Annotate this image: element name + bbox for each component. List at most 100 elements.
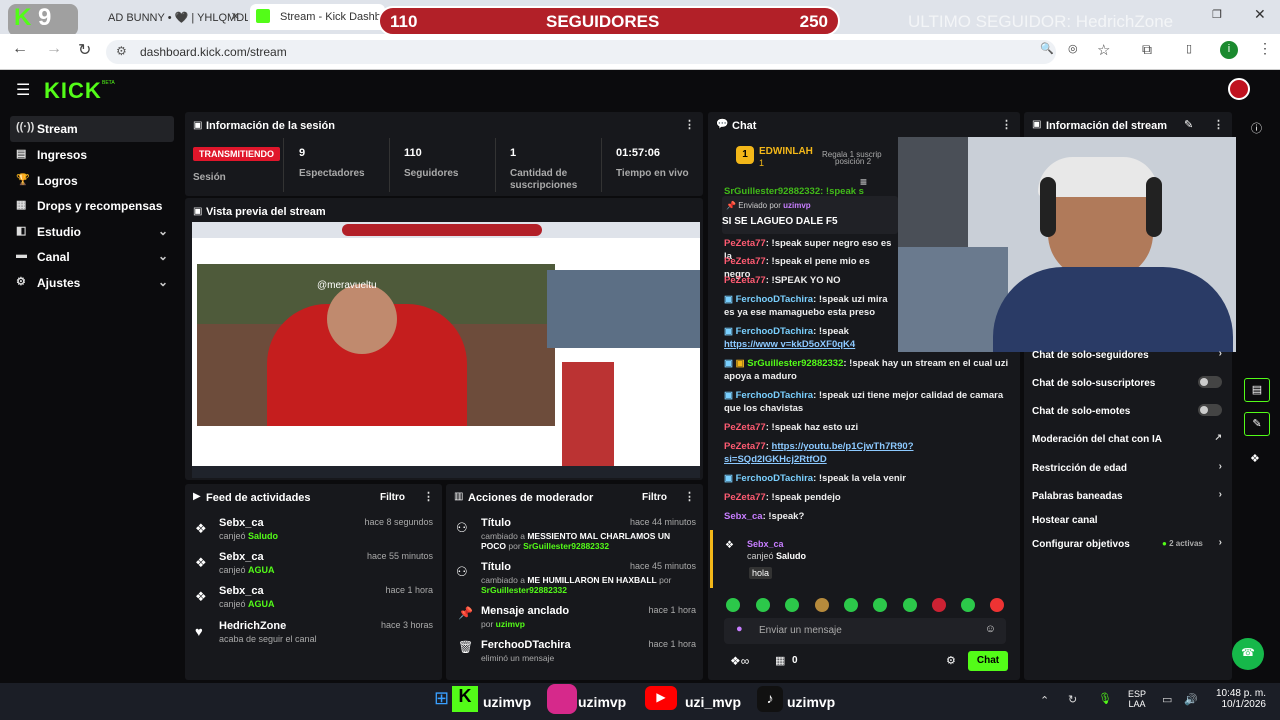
site-info-icon[interactable]: ⚙ [116,44,127,58]
sidepanel-icon[interactable]: ▯ [1186,42,1192,55]
hamburger-menu-icon[interactable]: ☰ [16,80,30,100]
mod-row: ⚇ Título hace 45 minutos cambiado a ME H… [456,561,696,603]
back-icon[interactable]: ← [12,40,28,58]
browser-menu-icon[interactable]: ⋮ [1258,40,1272,57]
info-icon: ▣ [1032,119,1042,130]
emote-icon[interactable] [903,598,917,612]
emoji-icon[interactable]: ☺ [985,623,996,635]
restore-window-icon[interactable]: ❐ [1212,8,1222,21]
clock[interactable]: 10:48 p. m. 10/1/2026 [1210,688,1266,710]
points-icon[interactable]: ❖ [1250,452,1260,465]
chevron-right-icon: › [1218,461,1222,472]
chevron-right-icon: › [1218,348,1222,359]
activity-user: Sebx_ca [219,551,264,563]
sync-icon[interactable]: ↻ [1068,693,1077,706]
chevron-right-icon: › [1218,537,1222,548]
zoom-icon[interactable]: 🔍 [1040,42,1054,55]
close-icon[interactable]: ✕ [231,10,240,23]
setting-age-restriction[interactable]: Restricción de edad › [1032,461,1222,474]
rail-button-icon[interactable]: ✎ [1244,412,1270,436]
eye-off-icon[interactable]: ◎ [1068,42,1078,55]
subs-value: 1 [510,147,517,159]
chevron-up-icon[interactable]: ⌃ [1040,694,1049,707]
more-menu-icon[interactable]: ⋮ [1213,118,1224,131]
panel-title: Información del stream [1046,120,1168,132]
more-menu-icon[interactable]: ⋮ [684,118,695,131]
stream-preview-video[interactable]: @meravueltu [192,222,700,478]
setting-host-channel[interactable]: Hostear canal [1032,515,1222,526]
pinned-text: SI SE LAGUEO DALE F5 [722,216,838,227]
windows-start-icon[interactable]: ⊞ [434,688,449,709]
sidebar-item-stream[interactable]: ((·)) Stream [10,116,174,142]
gift-icon[interactable]: ▦ [775,654,785,667]
pinned-message[interactable]: 📌 Enviado por uzimvp SI SE LAGUEO DALE F… [722,196,898,234]
edit-icon[interactable]: ✎ [1184,118,1193,131]
filter-button[interactable]: Filtro [642,492,667,503]
browser-tab[interactable]: AD BUNNY • 🖤 | YHLQMDLG ✕ [78,4,248,30]
activity-detail: acaba de seguir el canal [219,634,317,644]
extensions-icon[interactable]: ⧉ [1142,41,1152,58]
send-chat-button[interactable]: Chat [968,651,1008,671]
emote-icon[interactable] [815,598,829,612]
followers-value: 110 [404,147,422,159]
mod-action-detail: cambiado a ME HUMILLARON EN HAXBALL por … [481,575,672,595]
external-link-icon: ↗ [1214,432,1222,442]
kick-app-icon[interactable]: K [452,686,478,712]
bookmark-star-icon[interactable]: ☆ [1097,41,1110,59]
more-menu-icon[interactable]: ⋮ [1001,118,1012,131]
emote-icon[interactable] [844,598,858,612]
setting-followers-only[interactable]: Chat de solo-seguidores › [1032,348,1222,361]
setting-subs-only[interactable]: Chat de solo-suscriptores [1032,376,1222,389]
sidebar-item-canal[interactable]: ▬ Canal ⌄ [10,244,174,270]
filter-button[interactable]: Filtro [380,492,405,503]
forward-icon[interactable]: → [46,40,62,58]
url-field[interactable]: ⚙ dashboard.kick.com/stream [106,40,1056,64]
emote-icon[interactable] [873,598,887,612]
preview-taskbar [192,466,700,478]
sidebar-item-logros[interactable]: 🏆 Logros [10,168,174,194]
microphone-icon[interactable]: 🎙 [1098,692,1112,705]
emote-icon[interactable] [932,598,946,612]
overlay-social-name: uzimvp [578,694,627,710]
support-chat-icon[interactable]: ☎ [1232,638,1264,670]
reload-icon[interactable]: ↻ [78,40,91,60]
setting-banned-words[interactable]: Palabras baneadas › [1032,489,1222,502]
chat-message: PeZeta77: !speak pendejo [724,492,841,503]
rail-button-icon[interactable]: ▤ [1244,378,1270,402]
more-menu-icon[interactable]: ⋮ [684,490,695,503]
profile-avatar[interactable]: i [1220,41,1238,59]
sidebar-item-ajustes[interactable]: ⚙ Ajustes ⌄ [10,270,174,296]
speaker-icon[interactable]: 🔊 [1184,693,1198,706]
info-icon[interactable]: ⓘ [1251,120,1262,136]
settings-gear-icon[interactable]: ⚙ [946,654,956,667]
sidebar-item-ingresos[interactable]: ▤ Ingresos [10,142,174,168]
emote-icon[interactable] [785,598,799,612]
sidebar-item-estudio[interactable]: ◧ Estudio ⌄ [10,219,174,245]
stream-preview-panel: ▣ Vista previa del stream @meravueltu [185,198,703,480]
points-icon[interactable]: ❖∞ [730,654,749,668]
close-window-icon[interactable]: ✕ [1254,6,1266,23]
video-icon: ▣ [193,206,203,217]
setting-goals[interactable]: Configurar objetivos ● 2 activas › [1032,537,1222,550]
microphone-icon[interactable]: ● [736,623,743,635]
emote-icon[interactable] [726,598,740,612]
viewers-label: Espectadores [299,168,365,179]
chat-message: ▣ FerchooDTachira: !speak uzi mira es ya… [724,294,888,318]
emote-icon[interactable] [961,598,975,612]
user-avatar[interactable] [1228,78,1250,100]
monitor-icon[interactable]: ▭ [1162,693,1172,706]
emote-icon[interactable] [756,598,770,612]
session-label: Sesión [193,172,226,183]
top-gifter-name[interactable]: EDWINLAH [759,146,813,157]
emote-icon[interactable] [990,598,1004,612]
setting-emotes-only[interactable]: Chat de solo-emotes [1032,404,1222,417]
money-icon: ▤ [16,148,27,160]
chat-input[interactable]: ● Enviar un mensaje ☺ [724,618,1006,644]
kick-logo[interactable]: KICK [44,78,102,104]
sidebar-item-drops[interactable]: ▦ Drops y recompensas [10,193,174,219]
more-menu-icon[interactable]: ⋮ [423,490,434,503]
setting-ai-moderation[interactable]: Moderación del chat con IA ↗ [1032,432,1222,445]
panel-title: Feed de actividades [206,492,311,504]
browser-tab-active[interactable]: Stream - Kick Dashbo [250,4,385,30]
language-indicator[interactable]: ESP LAA [1128,689,1146,709]
